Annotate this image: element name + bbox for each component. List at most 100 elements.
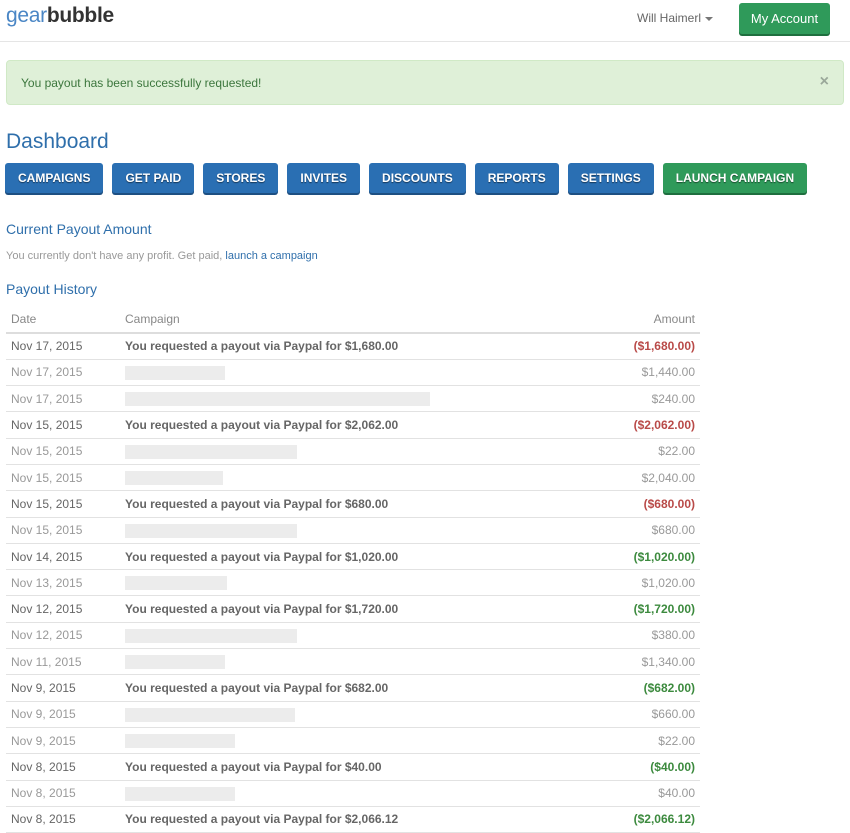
- redacted-campaign-name: [125, 444, 297, 459]
- row-campaign: You requested a payout via Paypal for $1…: [120, 543, 592, 571]
- row-amount: ($682.00): [591, 674, 700, 702]
- row-campaign: You requested a payout via Paypal for $1…: [120, 333, 592, 360]
- table-row: Nov 17, 2015 You requested a payout via P…: [6, 333, 700, 360]
- row-date: Nov 11, 2015: [6, 648, 120, 676]
- row-amount: $1,020.00: [591, 569, 700, 597]
- table-row: Nov 8, 2015 You requested a payout via Pa…: [6, 806, 700, 833]
- close-icon[interactable]: ×: [820, 73, 829, 91]
- row-amount: ($680.00): [591, 490, 700, 518]
- launch-campaign-link[interactable]: launch a campaign: [225, 250, 317, 262]
- success-alert: You payout has been successfully request…: [6, 60, 844, 105]
- redacted-campaign-name: [125, 392, 430, 407]
- row-amount: ($1,020.00): [591, 543, 700, 571]
- table-row: Nov 9, 2015 You requested a payout via Pa…: [6, 674, 700, 702]
- row-amount: $240.00: [591, 385, 700, 413]
- row-amount: $22.00: [591, 438, 700, 465]
- row-date: Nov 15, 2015: [6, 464, 120, 492]
- row-date: Nov 17, 2015: [6, 359, 120, 387]
- redacted-campaign-name: [125, 786, 235, 801]
- row-date: Nov 8, 2015: [6, 806, 120, 833]
- table-row: Nov 15, 2015 $680.00: [6, 517, 700, 544]
- row-campaign-redacted: [120, 701, 592, 728]
- row-date: Nov 12, 2015: [6, 595, 120, 623]
- redacted-campaign-name: [125, 523, 297, 538]
- table-header-row: Date Campaign Amount: [6, 306, 700, 334]
- nav-button-discounts[interactable]: DISCOUNTS: [369, 163, 466, 193]
- row-amount: $680.00: [591, 517, 700, 544]
- row-amount: $380.00: [591, 622, 700, 650]
- row-campaign: You requested a payout via Paypal for $2…: [120, 411, 592, 439]
- row-campaign: You requested a payout via Paypal for $2…: [120, 806, 592, 833]
- row-campaign-redacted: [120, 727, 592, 755]
- row-campaign-redacted: [120, 622, 592, 650]
- redacted-campaign-name: [125, 576, 227, 591]
- current-payout-text: You currently don't have any profit. Get…: [6, 250, 226, 262]
- row-date: Nov 9, 2015: [6, 674, 120, 702]
- current-payout-title: Current Payout Amount: [6, 221, 152, 237]
- row-date: Nov 13, 2015: [6, 569, 120, 597]
- my-account-button[interactable]: My Account: [739, 3, 830, 34]
- column-header-amount: Amount: [591, 306, 700, 334]
- row-amount: $40.00: [591, 780, 700, 807]
- row-amount: $660.00: [591, 701, 700, 728]
- table-row: Nov 17, 2015 $1,440.00: [6, 359, 700, 387]
- logo-text-bubble: bubble: [46, 4, 114, 27]
- row-date: Nov 15, 2015: [6, 517, 120, 544]
- payout-history-table: Date Campaign Amount Nov 17, 2015 You req…: [6, 306, 700, 833]
- table-row: Nov 8, 2015 You requested a payout via Pa…: [6, 753, 700, 781]
- nav-button-invites[interactable]: INVITES: [287, 163, 361, 193]
- row-amount: $1,340.00: [591, 648, 700, 676]
- top-navbar: gearbubble Will Haimerl My Account: [0, 0, 850, 42]
- row-date: Nov 14, 2015: [6, 543, 120, 571]
- current-payout-info: You currently don't have any profit. Get…: [6, 250, 318, 262]
- row-campaign-redacted: [120, 569, 592, 597]
- redacted-campaign-name: [125, 655, 225, 670]
- row-amount: ($1,720.00): [591, 595, 700, 623]
- row-campaign-redacted: [120, 517, 592, 544]
- nav-button-reports[interactable]: REPORTS: [474, 163, 559, 193]
- nav-button-stores[interactable]: STORES: [203, 163, 279, 193]
- row-date: Nov 17, 2015: [6, 385, 120, 413]
- table-row: Nov 9, 2015 $22.00: [6, 727, 700, 755]
- table-row: Nov 14, 2015 You requested a payout via P…: [6, 543, 700, 571]
- row-amount: ($1,680.00): [591, 333, 700, 360]
- row-campaign-redacted: [120, 464, 592, 492]
- table-row: Nov 12, 2015 You requested a payout via P…: [6, 595, 700, 623]
- gearbubble-logo[interactable]: gearbubble: [6, 4, 114, 28]
- table-row: Nov 15, 2015 $22.00: [6, 438, 700, 465]
- redacted-campaign-name: [125, 628, 297, 643]
- table-row: Nov 15, 2015 You requested a payout via P…: [6, 490, 700, 518]
- table-row: Nov 15, 2015 You requested a payout via P…: [6, 411, 700, 439]
- row-amount: $1,440.00: [591, 359, 700, 387]
- row-amount: ($40.00): [591, 753, 700, 781]
- row-date: Nov 12, 2015: [6, 622, 120, 650]
- row-date: Nov 15, 2015: [6, 438, 120, 465]
- payout-history-title: Payout History: [6, 281, 98, 297]
- table-row: Nov 8, 2015 $40.00: [6, 780, 700, 807]
- row-campaign: You requested a payout via Paypal for $4…: [120, 753, 592, 781]
- dashboard-nav: CAMPAIGNS GET PAID STORES INVITES DISCOUNTS R…: [5, 163, 816, 193]
- table-row: Nov 12, 2015 $380.00: [6, 622, 700, 650]
- row-campaign-redacted: [120, 438, 592, 465]
- redacted-campaign-name: [125, 365, 225, 380]
- redacted-campaign-name: [125, 471, 223, 486]
- logo-text-gear: gear: [6, 4, 47, 27]
- column-header-campaign: Campaign: [120, 306, 592, 334]
- row-date: Nov 9, 2015: [6, 727, 120, 755]
- page-title: Dashboard: [6, 130, 109, 153]
- user-menu-dropdown[interactable]: Will Haimerl: [637, 11, 713, 25]
- caret-down-icon: [705, 16, 713, 21]
- nav-button-get-paid[interactable]: GET PAID: [112, 163, 195, 193]
- row-amount: $22.00: [591, 727, 700, 755]
- nav-button-settings[interactable]: SETTINGS: [567, 163, 654, 193]
- table-row: Nov 9, 2015 $660.00: [6, 701, 700, 728]
- user-name: Will Haimerl: [637, 11, 701, 25]
- row-amount: $2,040.00: [591, 464, 700, 492]
- nav-button-launch-campaign[interactable]: LAUNCH CAMPAIGN: [662, 163, 808, 193]
- row-campaign: You requested a payout via Paypal for $1…: [120, 595, 592, 623]
- row-campaign-redacted: [120, 648, 592, 676]
- row-campaign: You requested a payout via Paypal for $6…: [120, 674, 592, 702]
- nav-button-campaigns[interactable]: CAMPAIGNS: [5, 163, 104, 193]
- row-campaign-redacted: [120, 359, 592, 387]
- row-campaign-redacted: [120, 385, 592, 413]
